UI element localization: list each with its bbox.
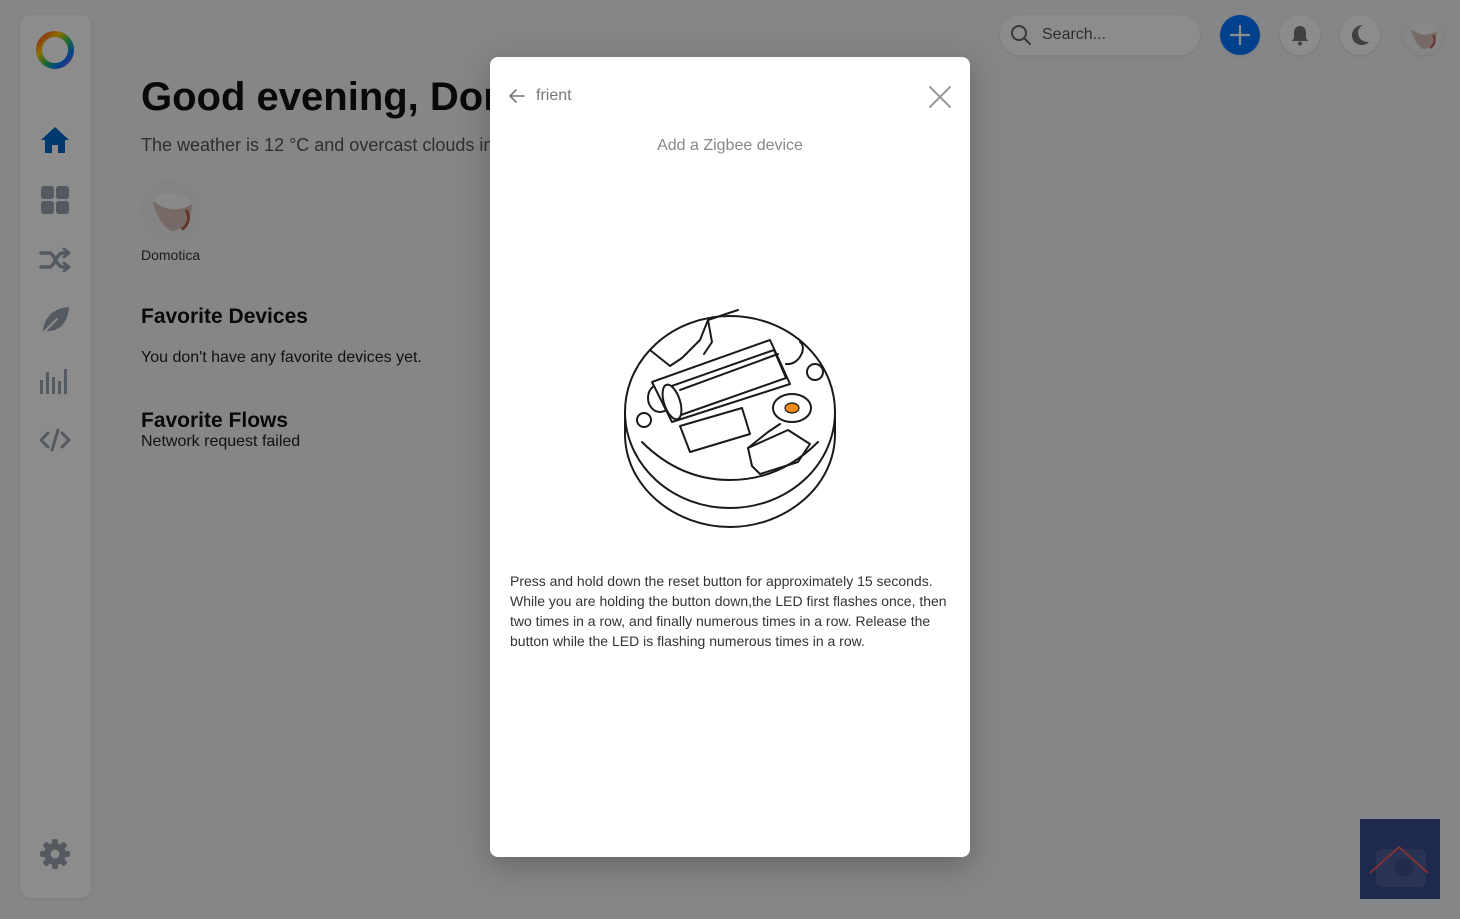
brand-label: frient xyxy=(536,87,572,104)
led-indicator-icon xyxy=(784,402,800,414)
zigbee-sensor-illustration-icon xyxy=(624,309,836,528)
device-illustration xyxy=(620,302,840,532)
close-button[interactable] xyxy=(928,85,952,109)
dialog-title: Add a Zigbee device xyxy=(657,137,803,154)
arrow-left-icon xyxy=(509,89,525,103)
reset-instructions: Press and hold down the reset button for… xyxy=(510,573,947,649)
back-button[interactable]: frient xyxy=(508,87,572,105)
add-device-dialog: frient Add a Zigbee device Press and hol… xyxy=(490,57,970,857)
close-icon xyxy=(929,86,951,108)
